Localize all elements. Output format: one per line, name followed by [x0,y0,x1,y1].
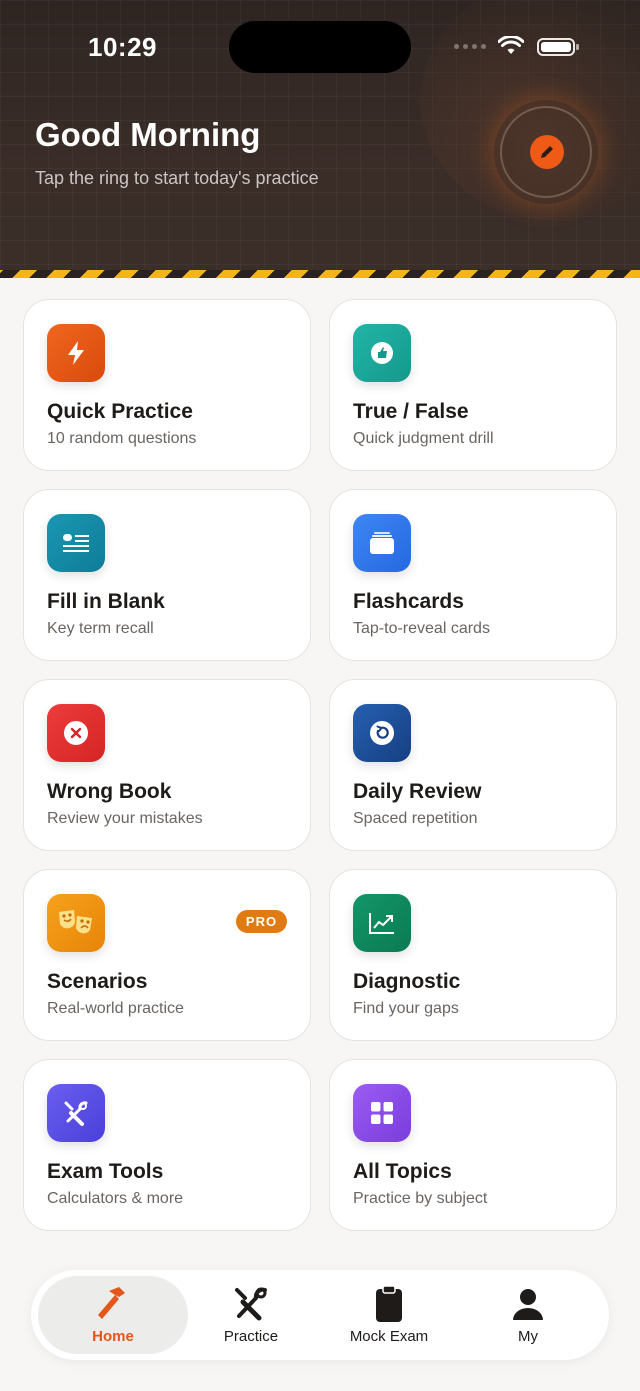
card-wrong-book[interactable]: Wrong Book Review your mistakes [23,679,311,851]
pencil-icon[interactable] [530,135,564,169]
grid-icon [353,1084,411,1142]
greeting-title: Good Morning [35,116,261,153]
trend-chart-icon [353,894,411,952]
text-lines-icon [47,514,105,572]
tools-icon [47,1084,105,1142]
card-desc: Practice by subject [353,1190,488,1207]
card-title: Diagnostic [353,970,461,993]
tab-practice[interactable]: Practice [181,1270,321,1360]
tools-icon [231,1284,271,1324]
tab-bar: Home Practice Mock Exam My [31,1270,609,1360]
card-scenarios[interactable]: PRO Scenarios Real-world practice [23,869,311,1041]
card-daily-review[interactable]: Daily Review Spaced repetition [329,679,617,851]
card-exam-tools[interactable]: Exam Tools Calculators & more [23,1059,311,1231]
thumbs-up-icon [353,324,411,382]
card-title: Exam Tools [47,1160,164,1183]
theater-masks-icon [47,894,105,952]
tab-home[interactable]: Home [38,1276,188,1354]
lightning-icon [47,324,105,382]
hammer-icon [93,1284,133,1324]
person-icon [508,1284,548,1324]
card-quick-practice[interactable]: Quick Practice 10 random questions [23,299,311,471]
clipboard-icon [369,1284,409,1324]
card-title: All Topics [353,1160,452,1183]
card-fill-in-blank[interactable]: Fill in Blank Key term recall [23,489,311,661]
tab-label: Home [92,1328,134,1345]
greeting-subtitle: Tap the ring to start today's practice [35,168,319,188]
card-desc: Spaced repetition [353,810,478,827]
card-desc: Review your mistakes [47,810,203,827]
card-all-topics[interactable]: All Topics Practice by subject [329,1059,617,1231]
signal-icon [454,44,486,49]
cards-stack-icon [353,514,411,572]
tab-my[interactable]: My [458,1270,598,1360]
x-circle-icon [47,704,105,762]
card-desc: Tap-to-reveal cards [353,620,490,637]
card-true-false[interactable]: True / False Quick judgment drill [329,299,617,471]
dynamic-island [229,21,411,73]
status-time: 10:29 [88,32,157,62]
card-desc: Real-world practice [47,1000,184,1017]
card-desc: Quick judgment drill [353,430,494,447]
tab-label: Mock Exam [349,1328,429,1345]
pro-badge: PRO [236,910,287,933]
card-title: Quick Practice [47,400,193,423]
card-title: Scenarios [47,970,148,993]
tab-label: Practice [223,1328,279,1345]
tab-mock-exam[interactable]: Mock Exam [319,1270,459,1360]
header: 10:29 Good Morning Tap the ring to start… [0,0,640,278]
card-desc: Calculators & more [47,1190,184,1207]
card-desc: Key term recall [47,620,154,637]
card-title: Fill in Blank [47,590,165,613]
card-title: True / False [353,400,469,423]
card-title: Wrong Book [47,780,172,803]
card-diagnostic[interactable]: Diagnostic Find your gaps [329,869,617,1041]
battery-icon [537,38,579,56]
card-title: Flashcards [353,590,464,613]
card-flashcards[interactable]: Flashcards Tap-to-reveal cards [329,489,617,661]
wifi-icon [498,36,524,54]
hazard-stripe [0,270,640,278]
status-bar: 10:29 [0,0,640,90]
tab-label: My [518,1328,538,1345]
card-desc: Find your gaps [353,1000,459,1017]
card-title: Daily Review [353,780,482,803]
card-desc: 10 random questions [47,430,197,447]
refresh-icon [353,704,411,762]
